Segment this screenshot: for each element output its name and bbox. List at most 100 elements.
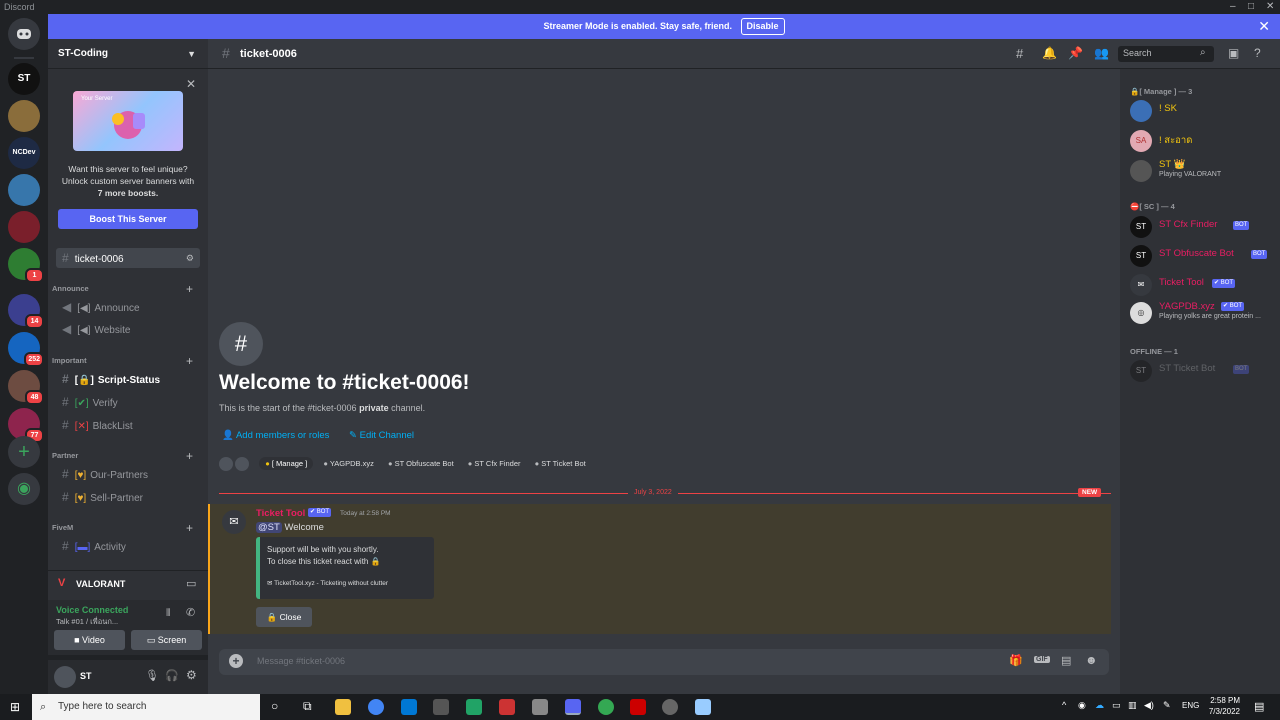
- server-icon[interactable]: 1: [8, 248, 44, 283]
- category-announce[interactable]: Announce +: [52, 282, 193, 296]
- video-button[interactable]: ■ Video: [54, 630, 125, 650]
- disconnect-icon[interactable]: ✆: [186, 606, 195, 619]
- message-composer[interactable]: + Message #ticket-0006 🎁 GIF ▤ ☻: [219, 649, 1109, 675]
- close-banner-icon[interactable]: ✕: [1258, 14, 1270, 39]
- add-members-link[interactable]: 👤 Add members or roles: [222, 430, 329, 441]
- server-header[interactable]: ST-Coding ▼: [48, 39, 208, 69]
- explore-servers-icon[interactable]: ◉: [8, 473, 40, 505]
- channel-blacklist[interactable]: # [✕] BlackList: [56, 415, 200, 435]
- channel-sell-partner[interactable]: # [♥] Sell-Partner: [56, 487, 200, 507]
- gift-icon[interactable]: 🎁: [1009, 654, 1023, 667]
- pin-icon[interactable]: 📌: [1068, 46, 1083, 60]
- channel-announce[interactable]: ◀ [◀] Announce: [56, 297, 200, 317]
- category-important[interactable]: Important +: [52, 354, 193, 368]
- user-mention[interactable]: @ST: [256, 522, 282, 533]
- app-icon[interactable]: [499, 699, 515, 715]
- member-chip[interactable]: ● YAGPDB.xyz: [319, 457, 378, 470]
- avatar[interactable]: ✉: [222, 510, 246, 534]
- add-channel-icon[interactable]: +: [186, 282, 193, 296]
- close-promo-icon[interactable]: ✕: [186, 77, 196, 91]
- server-icon-python[interactable]: [8, 174, 40, 206]
- inbox-icon[interactable]: ▣: [1228, 46, 1239, 60]
- category-partner[interactable]: Partner +: [52, 449, 193, 463]
- add-channel-icon[interactable]: +: [186, 354, 193, 368]
- edit-channel-link[interactable]: ✎ Edit Channel: [349, 430, 414, 441]
- upload-plus-icon[interactable]: +: [229, 654, 243, 668]
- emoji-icon[interactable]: ☻: [1085, 653, 1098, 667]
- discord-taskbar-icon[interactable]: [565, 699, 581, 715]
- member-item[interactable]: ◎ YAGPDB.xyz ✔ BOT Playing yolks are great …: [1130, 299, 1275, 327]
- screen-button[interactable]: ▭ Screen: [131, 630, 202, 650]
- channel-verify[interactable]: # [✔] Verify: [56, 392, 200, 412]
- server-icon[interactable]: [8, 100, 40, 132]
- noise-suppression-icon[interactable]: ⦀: [166, 608, 170, 619]
- sticker-icon[interactable]: ▤: [1061, 654, 1071, 667]
- microphone-icon[interactable]: 🎙: [145, 669, 159, 682]
- member-item[interactable]: ! SK: [1130, 97, 1275, 125]
- home-icon[interactable]: [8, 18, 40, 50]
- tray-icon[interactable]: ◉: [1078, 700, 1086, 711]
- clock-date[interactable]: 7/3/2022: [1200, 707, 1240, 716]
- add-channel-icon[interactable]: +: [186, 521, 193, 535]
- windows-start-icon[interactable]: ⊞: [10, 700, 20, 714]
- app-icon[interactable]: [695, 699, 711, 715]
- member-chip[interactable]: ● ST Obfuscate Bot: [384, 457, 458, 470]
- settings-icon[interactable]: ⚙: [186, 248, 194, 268]
- volume-icon[interactable]: ◀): [1144, 700, 1154, 711]
- close-window-icon[interactable]: ✕: [1266, 1, 1274, 12]
- server-icon-ncdev[interactable]: NCDev: [8, 137, 40, 169]
- server-icon[interactable]: 48: [8, 370, 44, 405]
- chrome-icon[interactable]: [368, 699, 384, 715]
- tray-chevron-icon[interactable]: ^: [1062, 700, 1066, 710]
- member-item[interactable]: ST ST Ticket Bot BOT: [1130, 357, 1275, 385]
- server-icon[interactable]: 252: [8, 332, 44, 367]
- member-chip[interactable]: ● ST Ticket Bot: [531, 457, 590, 470]
- role-chip[interactable]: ● [ Manage ]: [259, 457, 314, 470]
- activity-bar[interactable]: V VALORANT ▭: [48, 570, 208, 598]
- app-icon[interactable]: [662, 699, 678, 715]
- store-icon[interactable]: [433, 699, 449, 715]
- notification-icon[interactable]: 🔔: [1042, 46, 1057, 60]
- mail-icon[interactable]: [401, 699, 417, 715]
- category-fivem[interactable]: FiveM +: [52, 521, 193, 535]
- member-chip[interactable]: ● ST Cfx Finder: [464, 457, 525, 470]
- search-input[interactable]: Search ⌕: [1118, 46, 1214, 62]
- member-item[interactable]: ST ST Obfuscate Bot BOT: [1130, 242, 1275, 270]
- task-view-icon[interactable]: ⧉: [303, 699, 312, 714]
- channel-activity[interactable]: # [▬] Activity: [56, 536, 200, 556]
- app-icon[interactable]: [630, 699, 646, 715]
- avatar[interactable]: [54, 666, 76, 688]
- file-explorer-icon[interactable]: [335, 699, 351, 715]
- minimize-icon[interactable]: –: [1230, 1, 1236, 12]
- member-item[interactable]: SA ! สะอาด: [1130, 127, 1275, 155]
- member-item[interactable]: ✉ Ticket Tool ✔ BOT: [1130, 271, 1275, 299]
- clock-time[interactable]: 2:58 PM: [1208, 696, 1240, 705]
- threads-icon[interactable]: #: [1016, 46, 1023, 61]
- gif-icon[interactable]: GIF: [1034, 656, 1050, 663]
- member-item[interactable]: ST ST Cfx Finder BOT: [1130, 213, 1275, 241]
- cloud-icon[interactable]: ☁: [1095, 700, 1104, 711]
- members-icon[interactable]: 👥: [1094, 46, 1109, 60]
- gear-icon[interactable]: ⚙: [186, 668, 197, 682]
- server-icon-st[interactable]: ST: [8, 63, 40, 95]
- add-server-icon[interactable]: +: [8, 436, 40, 468]
- cortana-icon[interactable]: ○: [271, 699, 278, 713]
- help-icon[interactable]: ?: [1254, 46, 1261, 60]
- headphones-icon[interactable]: 🎧: [165, 669, 179, 682]
- close-ticket-button[interactable]: 🔒 Close: [256, 607, 312, 627]
- message-author[interactable]: Ticket Tool: [256, 508, 305, 519]
- notification-center-icon[interactable]: ▤: [1254, 700, 1264, 713]
- chrome-icon[interactable]: [598, 699, 614, 715]
- channel-script-status[interactable]: # [🔒] Script-Status: [56, 369, 200, 389]
- channel-website[interactable]: ◀ [◀] Website: [56, 319, 200, 339]
- server-icon[interactable]: [8, 211, 40, 243]
- boost-server-button[interactable]: Boost This Server: [58, 209, 198, 229]
- channel-ticket[interactable]: # ticket-0006 ⚙: [56, 248, 200, 268]
- add-channel-icon[interactable]: +: [186, 449, 193, 463]
- channel-our-partners[interactable]: # [♥] Our-Partners: [56, 464, 200, 484]
- excel-icon[interactable]: [466, 699, 482, 715]
- voice-channel-name[interactable]: Talk #01 / เพื่อนก...: [56, 616, 118, 628]
- maximize-icon[interactable]: □: [1248, 1, 1254, 12]
- taskbar-search[interactable]: ⌕ Type here to search: [32, 694, 260, 720]
- network-icon[interactable]: ▥: [1128, 700, 1137, 711]
